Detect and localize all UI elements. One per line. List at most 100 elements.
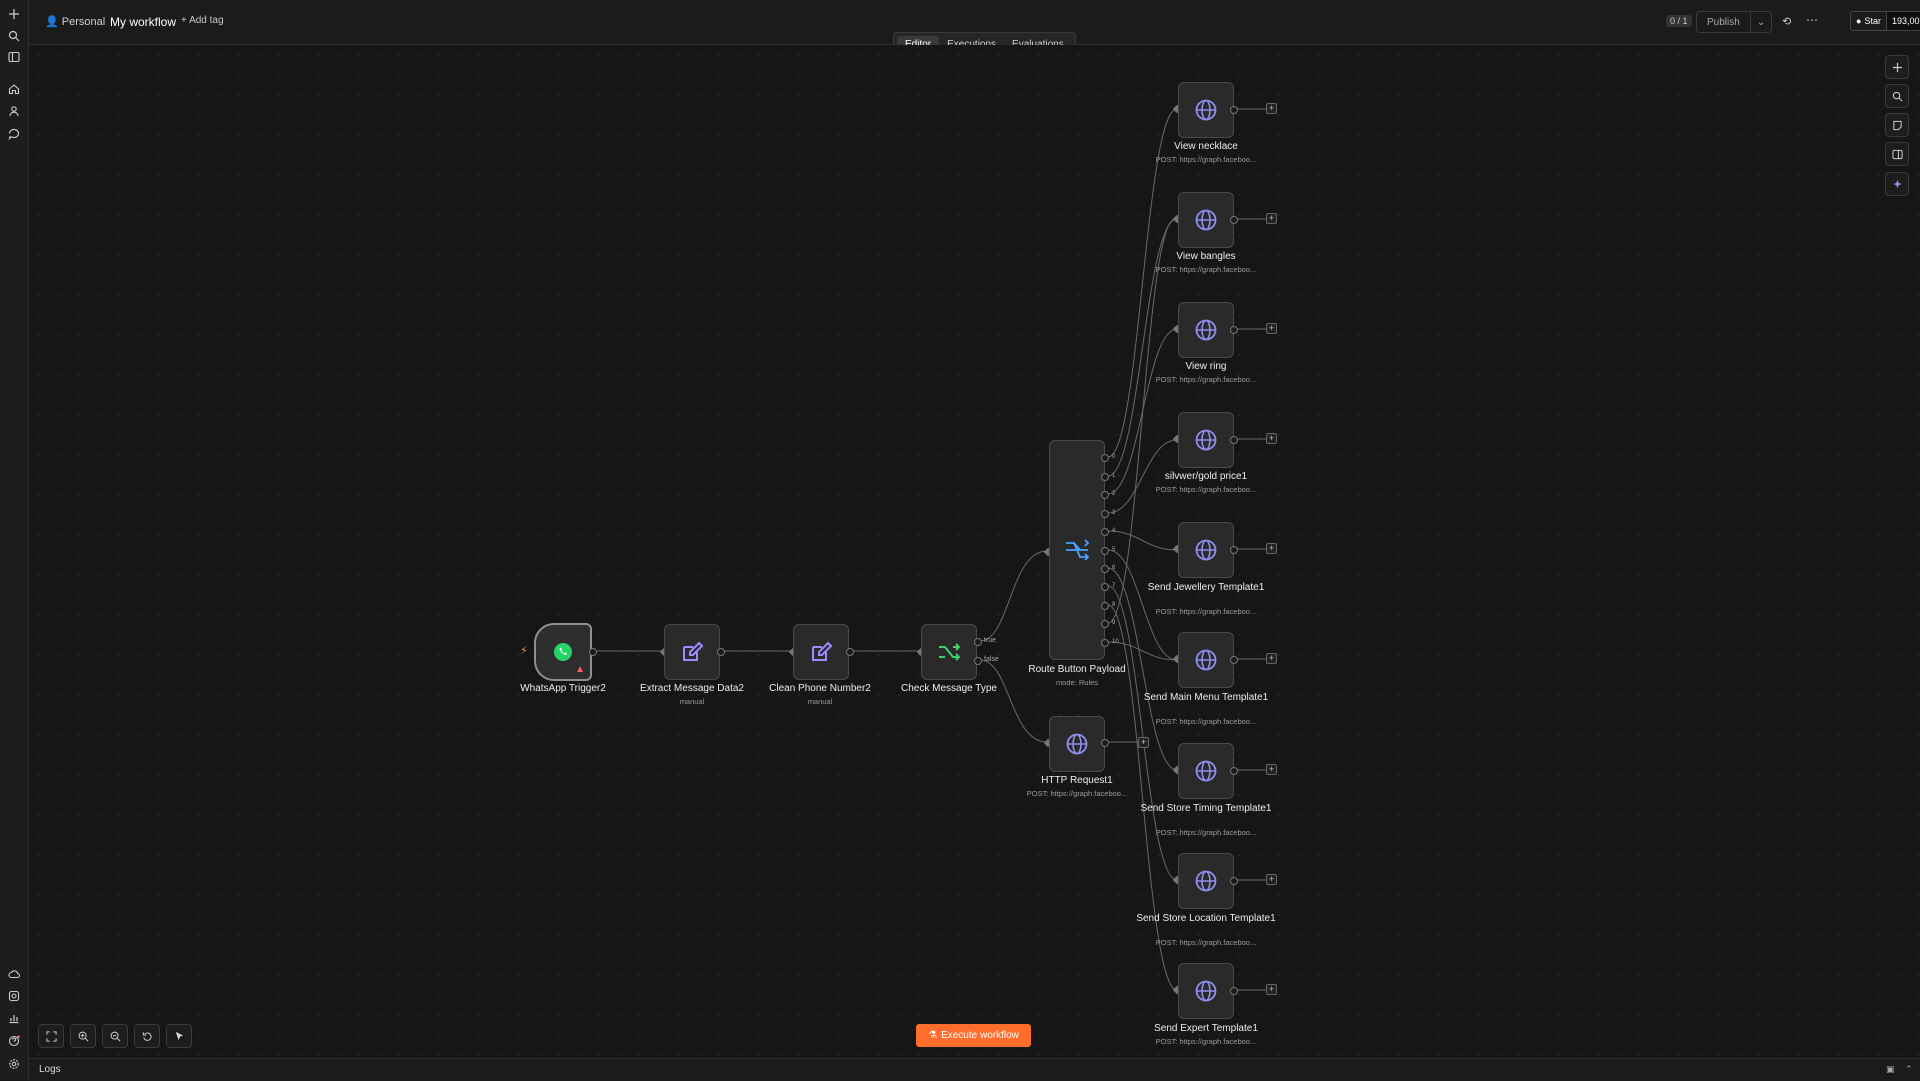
node-label: Clean Phone Number2 (769, 683, 871, 694)
false-output-port[interactable] (974, 657, 982, 665)
node-clean-phone-number[interactable] (793, 624, 849, 680)
chevron-down-icon[interactable]: ⌄ (1749, 12, 1771, 32)
output-port[interactable] (1230, 436, 1238, 444)
add-node-icon[interactable]: + (1266, 874, 1277, 885)
templates-icon[interactable] (4, 986, 24, 1006)
globe-icon (1195, 429, 1217, 451)
route-output-1[interactable] (1101, 473, 1109, 481)
add-node-button[interactable] (1885, 55, 1909, 79)
chat-icon[interactable] (4, 124, 24, 144)
search-nodes-button[interactable] (1885, 84, 1909, 108)
more-options-icon[interactable]: ⋯ (1806, 13, 1818, 27)
execute-workflow-button[interactable]: ⚗ Execute workflow (916, 1024, 1031, 1047)
output-port[interactable] (1230, 987, 1238, 995)
node-sublabel: manual (807, 697, 833, 706)
output-port[interactable] (589, 648, 597, 656)
node-label: View necklace (1174, 141, 1238, 152)
zoom-out-button[interactable] (102, 1024, 128, 1048)
globe-icon (1195, 539, 1217, 561)
settings-icon[interactable] (4, 1054, 24, 1074)
route-output-6[interactable] (1101, 565, 1109, 573)
add-tag-link[interactable]: + Add tag (181, 15, 224, 26)
home-icon[interactable] (4, 79, 24, 99)
node-label: HTTP Request1 (1041, 775, 1113, 786)
pointer-mode-button[interactable] (166, 1024, 192, 1048)
route-output-9[interactable] (1101, 620, 1109, 628)
add-node-icon[interactable]: + (1138, 737, 1149, 748)
fit-view-button[interactable] (38, 1024, 64, 1048)
chevron-up-icon[interactable]: ⌃ (1905, 1064, 1913, 1075)
output-port[interactable] (717, 648, 725, 656)
route-output-2[interactable] (1101, 491, 1109, 499)
node-send-expert-template[interactable] (1178, 963, 1234, 1019)
add-node-icon[interactable]: + (1266, 764, 1277, 775)
output-port[interactable] (1230, 877, 1238, 885)
output-port[interactable] (1230, 767, 1238, 775)
node-whatsapp-trigger[interactable]: ▲ (534, 623, 592, 681)
node-sublabel: POST: https://graph.faceboo... (1155, 485, 1257, 494)
add-node-icon[interactable]: + (1266, 433, 1277, 444)
output-port[interactable] (1230, 106, 1238, 114)
ai-assistant-button[interactable] (1885, 172, 1909, 196)
output-number: 8 (1112, 602, 1116, 608)
insights-icon[interactable] (4, 1008, 24, 1028)
zoom-in-button[interactable] (70, 1024, 96, 1048)
node-send-store-location-template[interactable] (1178, 853, 1234, 909)
node-check-message-type[interactable] (921, 624, 977, 680)
search-icon[interactable] (4, 26, 24, 46)
node-view-ring[interactable] (1178, 302, 1234, 358)
output-port[interactable] (1230, 546, 1238, 554)
node-send-jewellery-template[interactable] (1178, 522, 1234, 578)
route-output-5[interactable] (1101, 547, 1109, 555)
github-star-button[interactable]: ●Star 193,002 (1850, 11, 1920, 31)
node-view-necklace[interactable] (1178, 82, 1234, 138)
node-send-main-menu-template[interactable] (1178, 632, 1234, 688)
panel-toggle-icon[interactable] (4, 47, 24, 67)
publish-button[interactable]: Publish ⌄ (1696, 11, 1773, 33)
left-sidebar (0, 0, 29, 1080)
globe-icon (1195, 649, 1217, 671)
node-sublabel: POST: https://graph.faceboo... (1155, 375, 1257, 384)
add-node-icon[interactable]: + (1266, 323, 1277, 334)
popout-icon[interactable]: ▣ (1886, 1064, 1895, 1075)
help-icon[interactable] (4, 1031, 24, 1051)
node-route-button-payload[interactable] (1049, 440, 1105, 660)
add-node-icon[interactable]: + (1266, 653, 1277, 664)
add-node-icon[interactable]: + (1266, 213, 1277, 224)
edit-icon (683, 641, 704, 661)
trigger-bolt-icon: ⚡ (520, 645, 528, 657)
side-panel-button[interactable] (1885, 142, 1909, 166)
globe-icon (1066, 733, 1088, 755)
node-view-bangles[interactable] (1178, 192, 1234, 248)
true-output-port[interactable] (974, 638, 982, 646)
add-node-icon[interactable]: + (1266, 543, 1277, 554)
node-extract-message-data[interactable] (664, 624, 720, 680)
workflow-name[interactable]: My workflow (110, 15, 176, 29)
history-icon[interactable]: ⟲ (1782, 15, 1791, 28)
workflow-canvas[interactable] (29, 45, 1920, 1058)
reset-zoom-button[interactable] (134, 1024, 160, 1048)
route-output-10[interactable] (1101, 639, 1109, 647)
node-send-store-timing-template[interactable] (1178, 743, 1234, 799)
route-output-0[interactable] (1101, 454, 1109, 462)
route-output-4[interactable] (1101, 528, 1109, 536)
node-http-request[interactable] (1049, 716, 1105, 772)
user-icon[interactable] (4, 101, 24, 121)
add-node-icon[interactable]: + (1266, 984, 1277, 995)
output-port[interactable] (1230, 326, 1238, 334)
project-breadcrumb[interactable]: 👤 Personal (45, 15, 105, 28)
output-port[interactable] (1101, 739, 1109, 747)
flask-icon: ⚗ (928, 1030, 938, 1041)
plus-icon[interactable] (4, 4, 24, 24)
route-output-7[interactable] (1101, 583, 1109, 591)
output-port[interactable] (1230, 656, 1238, 664)
output-port[interactable] (846, 648, 854, 656)
logs-panel[interactable]: Logs ▣ ⌃ (29, 1058, 1920, 1081)
node-silver-gold-price[interactable] (1178, 412, 1234, 468)
cloud-icon[interactable] (4, 964, 24, 984)
sticky-note-button[interactable] (1885, 113, 1909, 137)
add-node-icon[interactable]: + (1266, 103, 1277, 114)
route-output-8[interactable] (1101, 602, 1109, 610)
route-output-3[interactable] (1101, 510, 1109, 518)
output-port[interactable] (1230, 216, 1238, 224)
